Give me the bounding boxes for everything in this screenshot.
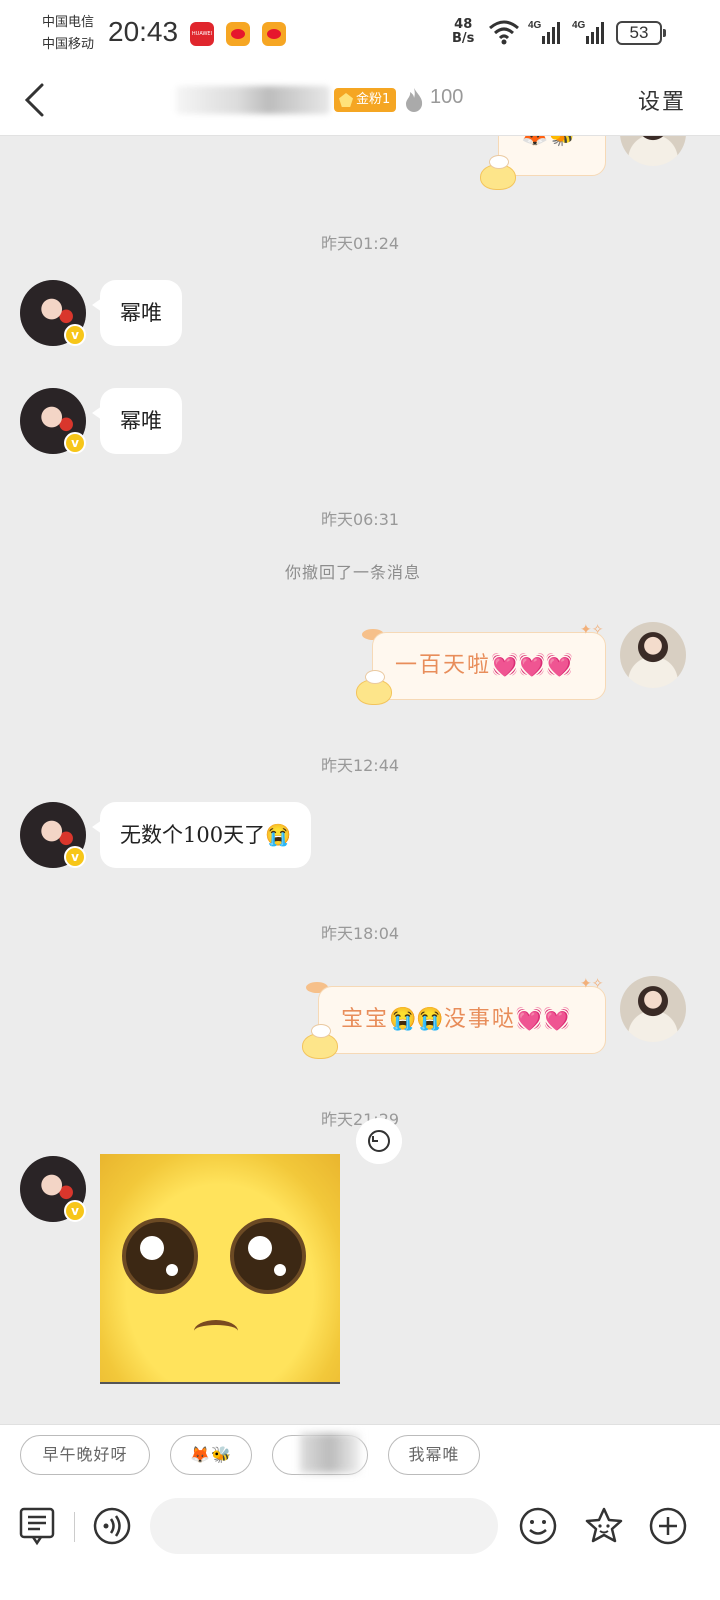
gem-icon xyxy=(339,93,353,107)
my-avatar[interactable] xyxy=(620,622,686,688)
message-input[interactable] xyxy=(150,1498,498,1554)
chat-header: 金粉1 100 设置 xyxy=(0,66,720,136)
timestamp: 昨天12:44 xyxy=(320,756,400,775)
timestamp: 昨天01:24 xyxy=(320,234,400,253)
signal-icon-2: 4G xyxy=(572,20,604,44)
sim2-type: 4G xyxy=(572,20,586,31)
pleading-face-sticker[interactable] xyxy=(100,1154,340,1384)
message-bubble-right[interactable]: 宝宝😭😭没事哒💓💓 xyxy=(318,986,606,1054)
message-bubble-right[interactable]: 一百天啦💓💓💓 xyxy=(372,632,606,700)
chick-decoration-icon xyxy=(480,155,516,190)
intimacy-count: 100 xyxy=(430,86,464,108)
recall-notice: 你撤回了一条消息 xyxy=(284,563,421,582)
message-bubble-left[interactable]: 幂唯 xyxy=(92,388,182,454)
sticker-eye xyxy=(122,1218,198,1294)
battery-icon: 53 xyxy=(616,21,666,45)
fan-level-badge[interactable]: 金粉1 xyxy=(334,88,397,112)
carrier-labels: 中国电信 中国移动 xyxy=(42,12,94,56)
huawei-app-icon: HUAWEI xyxy=(190,22,214,46)
weibo-app-icon-2 xyxy=(262,22,286,46)
verified-badge-icon: v xyxy=(64,324,86,346)
recall-icon[interactable] xyxy=(356,1118,402,1164)
signal-icon: 4G xyxy=(528,20,560,44)
carrier-1: 中国电信 xyxy=(42,15,95,30)
contact-name-blurred[interactable] xyxy=(176,86,330,114)
message-bubble-left[interactable]: 幂唯 xyxy=(92,280,182,346)
my-avatar[interactable] xyxy=(620,136,686,166)
quick-reply-chip[interactable]: 🦊🐝 xyxy=(170,1435,252,1475)
message-bubble-left[interactable]: 无数个100天了😭 xyxy=(91,802,312,868)
chick-decoration-icon xyxy=(302,1024,338,1059)
wifi-icon xyxy=(489,20,519,45)
status-bar: 中国电信 中国移动 20:43 HUAWEI 48 B/s 4G 4G 53 xyxy=(0,0,720,66)
sticker-eye xyxy=(230,1218,306,1294)
weibo-app-icon xyxy=(226,22,250,46)
chick-decoration-icon xyxy=(356,670,392,705)
settings-button[interactable]: 设置 xyxy=(638,84,686,116)
emoji-icon[interactable] xyxy=(518,1506,558,1546)
status-time: 20:43 xyxy=(108,16,179,47)
timestamp: 昨天18:04 xyxy=(320,924,400,943)
plus-icon[interactable] xyxy=(648,1506,688,1546)
my-avatar[interactable] xyxy=(620,976,686,1042)
blurred-chip-text xyxy=(300,1433,360,1473)
verified-badge-icon: v xyxy=(64,846,86,868)
carrier-2: 中国移动 xyxy=(42,37,95,52)
input-bar xyxy=(0,1490,720,1600)
sim1-type: 4G xyxy=(528,20,542,31)
sticker-mouth xyxy=(194,1320,238,1342)
quick-reply-bar: 早午晚好呀 🦊🐝 我幂唯 xyxy=(0,1424,720,1490)
verified-badge-icon: v xyxy=(64,1200,86,1222)
sparkle-decoration-icon: ✦✧ xyxy=(580,976,604,992)
voice-icon[interactable] xyxy=(92,1506,132,1546)
net-speed: 48 B/s xyxy=(452,17,475,46)
quick-reply-chip[interactable]: 早午晚好呀 xyxy=(20,1435,150,1475)
sparkle-decoration-icon: ✦✧ xyxy=(580,622,604,638)
message-bubble-right[interactable]: 🦊🐝 xyxy=(498,136,606,176)
timestamp: 昨天06:31 xyxy=(320,510,400,529)
verified-badge-icon: v xyxy=(64,432,86,454)
back-icon[interactable] xyxy=(20,82,50,118)
divider xyxy=(74,1512,75,1542)
quick-reply-chip[interactable]: 我幂唯 xyxy=(388,1435,480,1475)
text-mode-icon[interactable] xyxy=(18,1506,58,1546)
message-list[interactable]: 🦊🐝 昨天01:24 v 幂唯 v 幂唯 昨天06:31 你撤回了一条消息 一百… xyxy=(0,136,720,1424)
sticker-icon[interactable] xyxy=(584,1506,624,1546)
flame-icon xyxy=(406,88,423,112)
